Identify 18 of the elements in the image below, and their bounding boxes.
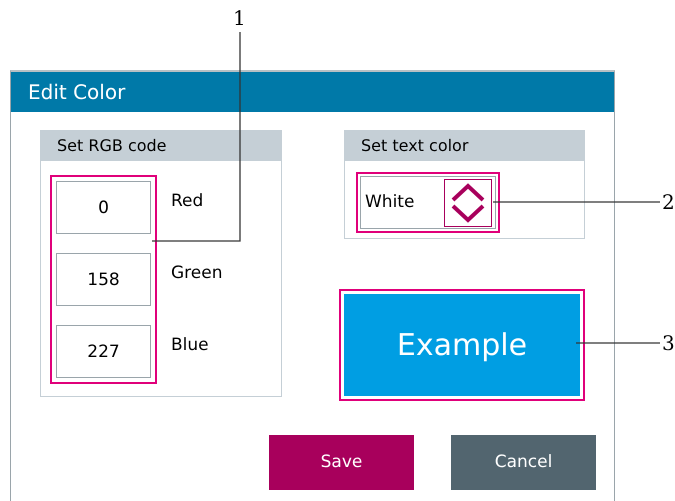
input-field[interactable]: 158 [56, 253, 151, 306]
selector-value: White [365, 190, 414, 214]
dialog-button[interactable]: Save [269, 435, 414, 490]
input-field[interactable]: 227 [56, 325, 151, 378]
group-title: Set RGB code [41, 131, 281, 161]
group-title: Set text color [345, 131, 584, 161]
field-label: Red [171, 190, 204, 213]
text-color-selector[interactable]: White [360, 176, 496, 229]
callout-number: 3 [662, 331, 675, 355]
input-field[interactable]: 0 [56, 181, 151, 234]
callout-number: 2 [662, 190, 675, 214]
window-title: Edit Color [11, 72, 614, 112]
color-preview: Example [344, 294, 580, 396]
callout-number: 1 [233, 6, 246, 30]
field-label: Blue [171, 334, 210, 357]
field-label: Green [171, 262, 222, 285]
up-down-arrows-icon[interactable] [444, 178, 492, 226]
dialog-button[interactable]: Cancel [451, 435, 596, 490]
